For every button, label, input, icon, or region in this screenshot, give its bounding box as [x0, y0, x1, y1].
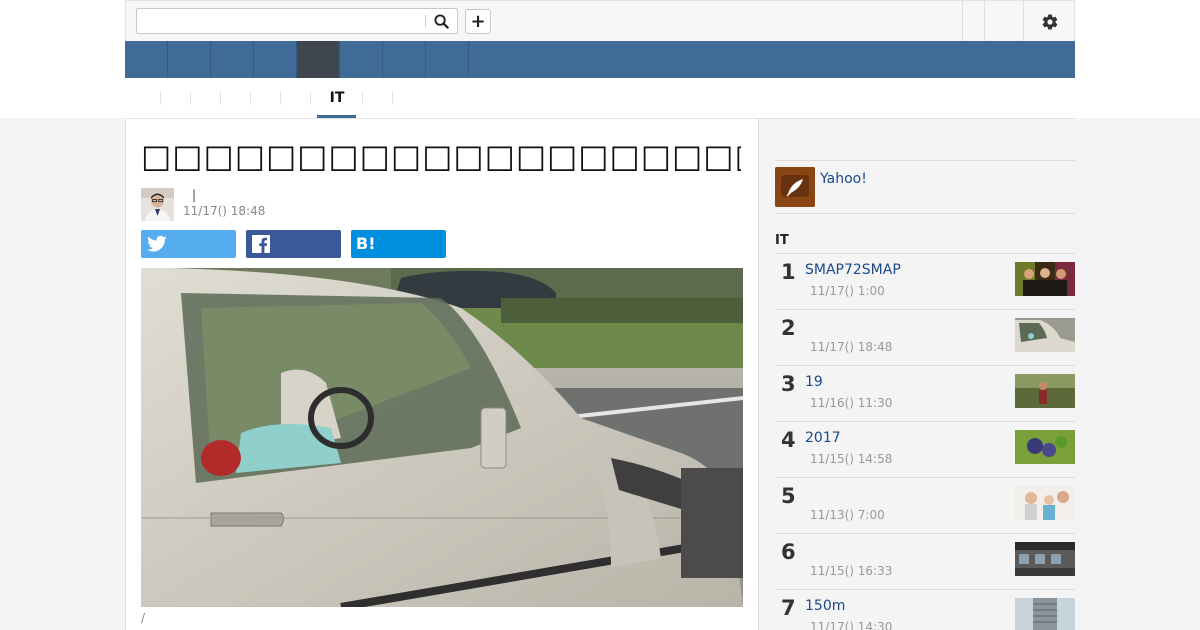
nav-item[interactable] — [340, 41, 383, 78]
facebook-icon — [252, 235, 270, 253]
rank-number: 2 — [781, 316, 796, 340]
article-title: □□□□□□□□□□□□□□□□□□□□□□□□□□□□□□□□□□□□ — [141, 137, 741, 175]
nav-item[interactable] — [168, 41, 211, 78]
rank-title[interactable]: SMAP72SMAP — [805, 262, 901, 278]
subtab[interactable] — [281, 78, 311, 118]
rank-number: 4 — [781, 428, 796, 452]
rank-timestamp: 11/13() 7:00 — [810, 508, 885, 522]
tab-it-label: IT — [329, 90, 345, 106]
article-timestamp: 11/17() 18:48 — [183, 204, 266, 218]
tab-it[interactable]: IT — [311, 78, 363, 118]
search-input[interactable] — [137, 9, 425, 33]
promo-icon — [775, 167, 815, 207]
add-button[interactable]: + — [465, 9, 491, 34]
hatena-bookmark-button[interactable]: B! — [351, 230, 446, 258]
rank-timestamp: 11/17() 1:00 — [810, 284, 885, 298]
subtab[interactable] — [191, 78, 221, 118]
subcategory-tabs: IT — [125, 78, 1075, 118]
ranking-item[interactable]: 4 2017 11/15() 14:58 — [775, 421, 1075, 477]
rank-thumbnail — [1015, 430, 1075, 464]
rank-title[interactable]: 2017 — [805, 430, 841, 446]
image-caption: / — [141, 611, 146, 625]
ranking-item[interactable]: 3 19 11/16() 11:30 — [775, 365, 1075, 421]
article: □□□□□□□□□□□□□□□□□□□□□□□□□□□□□□□□□□□□ | 1… — [125, 118, 759, 630]
rank-number: 3 — [781, 372, 796, 396]
rank-number: 5 — [781, 484, 796, 508]
rank-thumbnail — [1015, 598, 1075, 630]
author-avatar[interactable] — [141, 188, 174, 221]
ranking-item[interactable]: 2 11/17() 18:48 — [775, 309, 1075, 365]
search-icon — [433, 13, 449, 29]
rank-title[interactable]: 19 — [805, 374, 823, 390]
rank-thumbnail — [1015, 542, 1075, 576]
plus-icon: + — [470, 10, 486, 32]
twitter-share-button[interactable] — [141, 230, 236, 258]
settings-button[interactable] — [1024, 1, 1076, 42]
rank-timestamp: 11/16() 11:30 — [810, 396, 893, 410]
search-button[interactable] — [425, 9, 457, 33]
rank-number: 7 — [781, 596, 796, 620]
nav-item[interactable] — [254, 41, 297, 78]
subtab[interactable] — [363, 78, 393, 118]
rank-thumbnail — [1015, 318, 1075, 352]
nav-item[interactable] — [125, 41, 168, 78]
rank-timestamp: 11/17() 14:30 — [810, 620, 893, 630]
nav-item-active[interactable] — [297, 41, 340, 78]
ranking-item[interactable]: 7 150m 11/17() 14:30 — [775, 589, 1075, 630]
rank-thumbnail — [1015, 374, 1075, 408]
gear-icon — [1042, 14, 1058, 30]
nav-item[interactable] — [211, 41, 254, 78]
twitter-icon — [147, 235, 167, 252]
facebook-share-button[interactable] — [246, 230, 341, 258]
hatena-icon: B! — [356, 234, 376, 253]
ranking-item[interactable]: 5 11/13() 7:00 — [775, 477, 1075, 533]
subtab[interactable] — [125, 78, 161, 118]
rank-thumbnail — [1015, 262, 1075, 296]
subtab[interactable] — [251, 78, 281, 118]
search-box — [136, 8, 458, 34]
rank-thumbnail — [1015, 486, 1075, 520]
promo-label[interactable]: Yahoo! — [820, 171, 867, 187]
subtab[interactable] — [221, 78, 251, 118]
category-nav — [125, 41, 1075, 78]
article-hero-image — [141, 268, 743, 607]
header-divider — [962, 1, 963, 42]
rank-timestamp: 11/15() 14:58 — [810, 452, 893, 466]
yahoo-promo[interactable]: Yahoo! — [775, 160, 1075, 214]
site-header: + — [125, 0, 1076, 42]
rank-title[interactable]: 150m — [805, 598, 845, 614]
rank-number: 6 — [781, 540, 796, 564]
nav-item[interactable] — [383, 41, 426, 78]
ranking-heading: IT — [775, 233, 789, 248]
ranking-list: 1 SMAP72SMAP 11/17() 1:00 2 11/17() 18:4… — [775, 253, 1075, 630]
author-separator: | — [192, 188, 197, 202]
header-divider — [984, 1, 985, 42]
rank-timestamp: 11/17() 18:48 — [810, 340, 893, 354]
nav-item[interactable] — [426, 41, 469, 78]
sidebar: Yahoo! IT 1 SMAP72SMAP 11/17() 1:00 2 11… — [759, 118, 1075, 630]
ranking-item[interactable]: 6 11/15() 16:33 — [775, 533, 1075, 589]
subtab[interactable] — [161, 78, 191, 118]
rank-timestamp: 11/15() 16:33 — [810, 564, 893, 578]
rank-number: 1 — [781, 260, 796, 284]
ranking-item[interactable]: 1 SMAP72SMAP 11/17() 1:00 — [775, 253, 1075, 309]
